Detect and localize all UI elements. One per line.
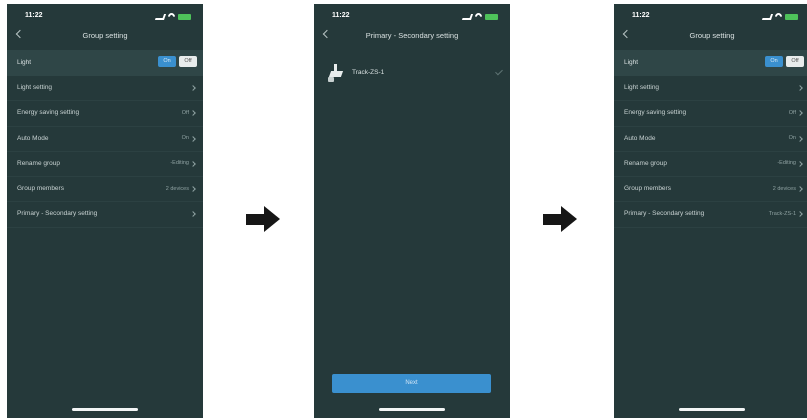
light-on-button[interactable]: On: [765, 56, 783, 67]
page-title: Primary - Secondary setting: [365, 31, 459, 40]
wifi-icon: [473, 11, 484, 22]
device-name: Track-ZS-1: [352, 69, 385, 76]
wifi-icon: [166, 11, 177, 22]
chevron-right-icon: [797, 161, 803, 167]
status-bar: 11:22: [314, 11, 510, 24]
signal-icon: [154, 13, 167, 20]
arrow-right-icon: [246, 206, 280, 232]
status-bar: 11:22: [614, 11, 807, 24]
status-icons: [154, 11, 191, 22]
status-time: 11:22: [25, 12, 43, 19]
row-value: On: [181, 135, 189, 142]
status-time: 11:22: [332, 12, 350, 19]
row-value: Track-ZS-1: [768, 210, 796, 217]
light-label: Light: [624, 59, 639, 66]
light-on-button[interactable]: On: [158, 56, 176, 67]
row-light-setting[interactable]: Light setting: [7, 76, 203, 102]
device-list-item[interactable]: Track-ZS-1: [314, 62, 510, 84]
chevron-right-icon: [190, 161, 196, 167]
row-label: Auto Mode: [17, 134, 49, 142]
battery-icon: [785, 13, 798, 20]
row-primary-secondary[interactable]: Primary - Secondary setting Track-ZS-1: [614, 202, 807, 228]
row-label: Energy saving setting: [624, 109, 687, 117]
chevron-right-icon: [797, 85, 803, 91]
row-value: 2 devices: [772, 185, 796, 192]
row-label: Auto Mode: [624, 134, 656, 142]
home-indicator[interactable]: [379, 408, 445, 411]
nav-header: Group setting: [7, 29, 203, 45]
battery-icon: [485, 13, 498, 20]
track-light-icon: [328, 64, 344, 82]
light-toggle: On Off: [158, 56, 197, 67]
next-button[interactable]: Next: [332, 374, 491, 393]
row-light-setting[interactable]: Light setting: [614, 76, 807, 102]
row-value: On: [788, 135, 796, 142]
row-value: Off: [788, 109, 796, 116]
row-auto-mode[interactable]: Auto Mode On: [7, 127, 203, 152]
chevron-right-icon: [797, 186, 803, 193]
nav-header: Primary - Secondary setting: [314, 29, 510, 45]
page-title: Group setting: [689, 31, 735, 40]
signal-icon: [461, 13, 474, 20]
row-primary-secondary[interactable]: Primary - Secondary setting: [7, 202, 203, 228]
chevron-right-icon: [797, 211, 803, 218]
page-title: Group setting: [82, 31, 128, 40]
settings-list: Light setting Energy saving setting Off …: [7, 76, 203, 228]
home-indicator[interactable]: [72, 408, 138, 411]
row-label: Primary - Secondary setting: [624, 210, 705, 218]
row-value: -Editing: [170, 160, 189, 167]
group-setting-screen-before: 11:22 Group setting Light On Off Light s…: [7, 4, 203, 418]
home-indicator[interactable]: [679, 408, 745, 411]
row-label: Group members: [17, 185, 64, 193]
row-group-members[interactable]: Group members 2 devices: [7, 177, 203, 203]
row-label: Light setting: [624, 84, 660, 91]
row-label: Light setting: [17, 84, 53, 91]
light-off-button[interactable]: Off: [179, 56, 197, 67]
chevron-right-icon: [190, 211, 196, 218]
row-label: Group members: [624, 185, 671, 193]
row-value: Off: [181, 109, 189, 116]
row-rename-group[interactable]: Rename group -Editing: [7, 152, 203, 178]
nav-header: Group setting: [614, 29, 807, 45]
light-row: Light On Off: [7, 50, 203, 76]
chevron-right-icon: [190, 135, 196, 142]
row-rename-group[interactable]: Rename group -Editing: [614, 152, 807, 178]
signal-icon: [761, 13, 774, 20]
status-time: 11:22: [632, 12, 650, 19]
chevron-right-icon: [190, 110, 196, 117]
primary-secondary-screen: 11:22 Primary - Secondary setting Track-…: [314, 4, 510, 418]
light-row: Light On Off: [614, 50, 807, 76]
row-label: Rename group: [624, 159, 667, 167]
light-off-button[interactable]: Off: [786, 56, 804, 67]
row-label: Energy saving setting: [17, 109, 80, 117]
arrow-right-icon: [543, 206, 577, 232]
light-toggle: On Off: [765, 56, 804, 67]
battery-icon: [178, 13, 191, 20]
row-energy-saving[interactable]: Energy saving setting Off: [7, 101, 203, 127]
row-group-members[interactable]: Group members 2 devices: [614, 177, 807, 203]
row-energy-saving[interactable]: Energy saving setting Off: [614, 101, 807, 127]
row-auto-mode[interactable]: Auto Mode On: [614, 127, 807, 152]
settings-list: Light setting Energy saving setting Off …: [614, 76, 807, 228]
chevron-right-icon: [797, 135, 803, 142]
checkmark-icon: [495, 67, 503, 76]
row-label: Primary - Secondary setting: [17, 210, 98, 218]
group-setting-screen-after: 11:22 Group setting Light On Off Light s…: [614, 4, 807, 418]
chevron-right-icon: [190, 186, 196, 193]
status-bar: 11:22: [7, 11, 203, 24]
chevron-right-icon: [797, 110, 803, 117]
status-icons: [461, 11, 498, 22]
light-label: Light: [17, 59, 32, 66]
row-value: -Editing: [777, 160, 796, 167]
row-value: 2 devices: [165, 185, 189, 192]
wifi-icon: [773, 11, 784, 22]
row-label: Rename group: [17, 159, 60, 167]
status-icons: [761, 11, 798, 22]
chevron-right-icon: [190, 85, 196, 91]
